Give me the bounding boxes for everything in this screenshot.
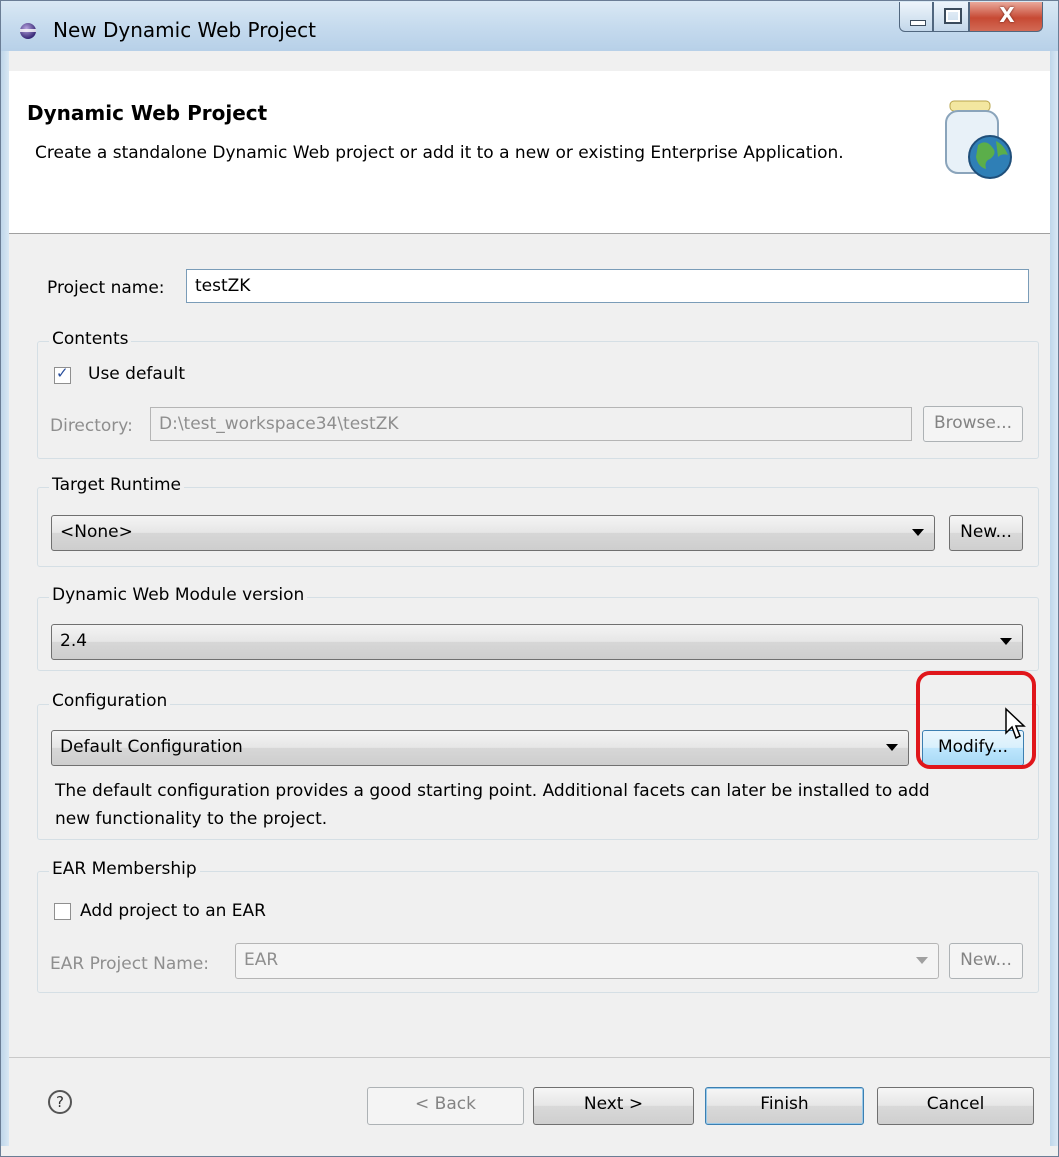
next-button[interactable]: Next > [533,1087,694,1125]
footer-separator [9,1057,1050,1058]
browse-button[interactable]: Browse... [923,406,1023,442]
ear-new-button[interactable]: New... [949,943,1023,979]
page-title: Dynamic Web Project [27,101,268,125]
add-to-ear-checkbox[interactable] [54,903,71,920]
chevron-down-icon [886,744,898,751]
contents-group [37,341,1039,459]
module-version-value: 2.4 [60,631,88,651]
title-bar[interactable]: New Dynamic Web Project X [1,1,1058,51]
ear-project-name-value: EAR [244,950,279,970]
chevron-down-icon [916,957,928,964]
use-default-checkbox[interactable] [54,364,71,384]
ear-project-name-select[interactable]: EAR [235,943,939,979]
contents-group-title: Contents [49,329,132,349]
dialog-window: New Dynamic Web Project X Dynamic Web Pr… [0,0,1059,1157]
window-frame-right [1050,51,1058,1146]
chevron-down-icon [912,529,924,536]
directory-input[interactable]: D:\test_workspace34\testZK [150,407,912,441]
minimize-button[interactable] [899,2,933,32]
close-icon: X [999,3,1015,27]
help-icon[interactable]: ? [48,1090,72,1114]
add-to-ear-label: Add project to an EAR [80,901,266,921]
project-name-input[interactable]: testZK [186,269,1029,303]
window-frame-left [1,51,9,1146]
chevron-down-icon [1000,638,1012,645]
dialog-client-area: Dynamic Web Project Create a standalone … [9,51,1050,1146]
eclipse-icon [20,23,36,39]
page-description: Create a standalone Dynamic Web project … [35,143,844,163]
finish-button[interactable]: Finish [705,1087,864,1125]
configuration-select[interactable]: Default Configuration [51,730,909,766]
project-name-label: Project name: [47,278,165,298]
target-runtime-select[interactable]: <None> [51,515,935,551]
ear-project-name-label: EAR Project Name: [50,954,210,974]
maximize-button[interactable] [933,2,969,32]
configuration-note-line1: The default configuration provides a goo… [55,781,930,801]
close-button[interactable]: X [969,2,1043,32]
wizard-header: Dynamic Web Project Create a standalone … [9,71,1050,234]
module-version-select[interactable]: 2.4 [51,624,1023,660]
mouse-cursor-icon [1005,707,1026,740]
target-runtime-value: <None> [60,522,133,542]
use-default-label: Use default [88,364,185,384]
configuration-note-line2: new functionality to the project. [55,809,328,829]
target-runtime-new-button[interactable]: New... [949,515,1023,551]
web-project-jar-globe-icon [945,100,1012,179]
window-title: New Dynamic Web Project [53,18,316,42]
configuration-value: Default Configuration [60,737,243,757]
cancel-button[interactable]: Cancel [877,1087,1034,1125]
maximize-icon [944,8,962,24]
module-version-title: Dynamic Web Module version [49,585,308,605]
ear-membership-title: EAR Membership [49,859,200,879]
minimize-icon [910,20,926,26]
back-button[interactable]: < Back [367,1087,524,1125]
configuration-title: Configuration [49,691,171,711]
directory-label: Directory: [50,416,133,436]
target-runtime-title: Target Runtime [49,475,185,495]
